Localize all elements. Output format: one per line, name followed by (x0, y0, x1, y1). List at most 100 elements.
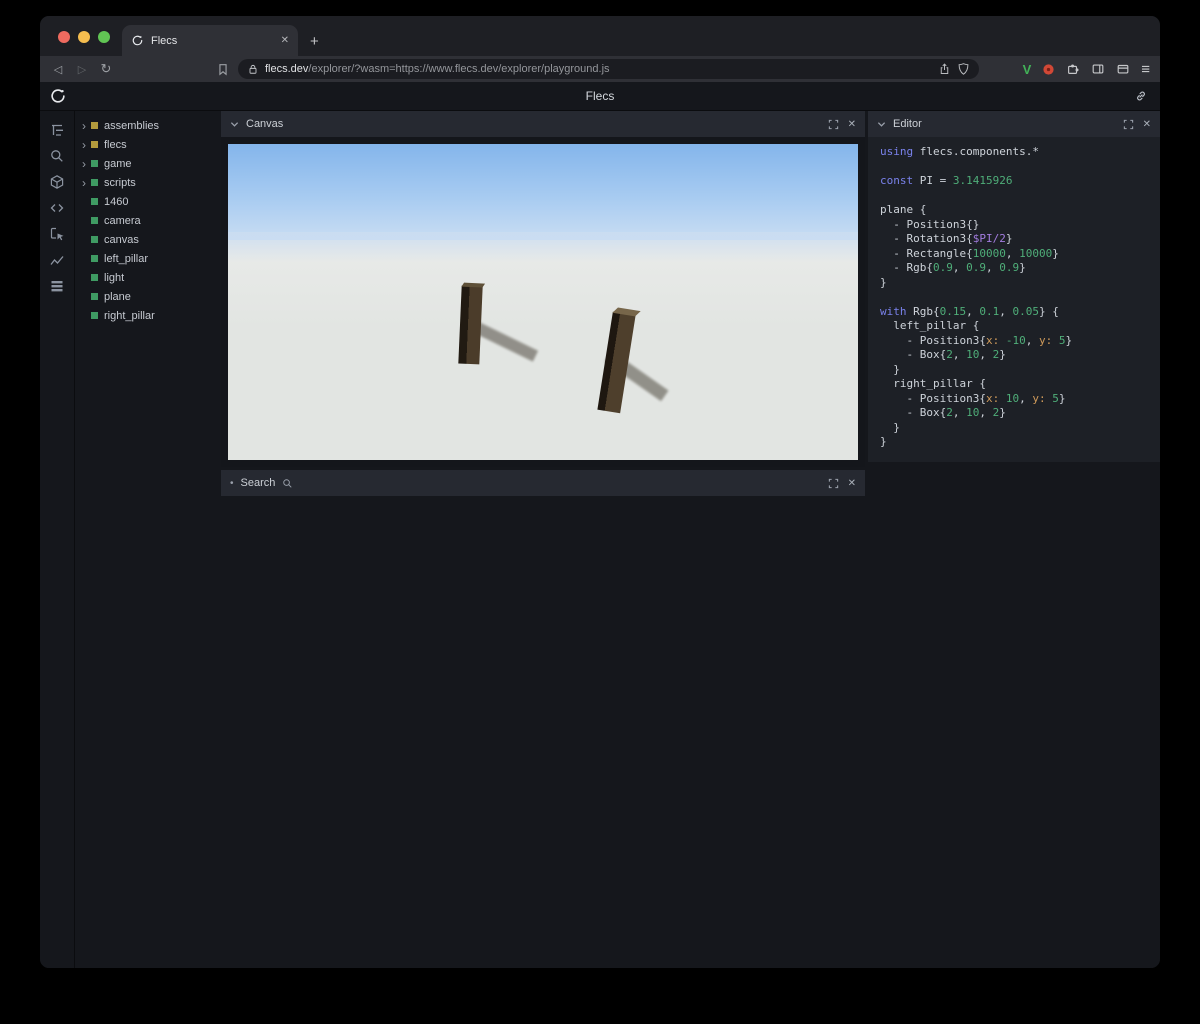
canvas-panel-title: Canvas (246, 118, 284, 130)
address-bar[interactable]: flecs.dev/explorer/?wasm=https://www.fle… (238, 59, 979, 79)
code-line: - Position3{} (880, 217, 980, 231)
code-icon[interactable] (49, 199, 66, 216)
code-line: - Box{2, 10, 2} (880, 406, 1006, 419)
code-line: right_pillar { (880, 377, 986, 390)
tree-item-flecs[interactable]: › flecs (75, 135, 221, 154)
share-link-icon[interactable] (1134, 89, 1148, 103)
code-editor[interactable]: using flecs.components.* const PI = 3.141… (868, 137, 1160, 462)
tree-item-assemblies[interactable]: › assemblies (75, 116, 221, 135)
editor-panel-title: Editor (893, 118, 922, 130)
window-controls (58, 31, 110, 43)
tree-item-scripts[interactable]: › scripts (75, 173, 221, 192)
expand-arrow-icon[interactable]: › (82, 120, 91, 132)
expand-arrow-icon[interactable]: › (82, 177, 91, 189)
search-panel: • Search ✕ (221, 470, 865, 496)
search-magnifier-icon (282, 478, 293, 489)
entity-label: camera (104, 214, 141, 227)
code-line: - Position3{x: 10, y: 5} (880, 391, 1066, 405)
expand-arrow-icon[interactable]: › (82, 139, 91, 151)
app-header: Flecs (40, 82, 1160, 111)
3d-canvas[interactable] (228, 144, 858, 460)
entities-cube-icon[interactable] (49, 173, 66, 190)
hierarchy-icon[interactable] (49, 121, 66, 138)
search-icon[interactable] (49, 147, 66, 164)
canvas-panel: Canvas ✕ (221, 111, 865, 467)
tab-strip: Flecs ✕ + (40, 16, 1160, 56)
entity-label: canvas (104, 233, 139, 246)
stats-chart-icon[interactable] (49, 251, 66, 268)
bookmark-icon[interactable] (216, 62, 230, 77)
new-tab-button[interactable]: + (310, 34, 319, 49)
entity-kind-swatch (91, 274, 98, 281)
entity-tree: › assemblies › flecs › game › scripts 1460 camera… (75, 111, 221, 968)
entity-label: light (104, 271, 125, 284)
lock-icon[interactable] (247, 63, 259, 76)
entity-kind-swatch (91, 217, 98, 224)
flecs-explorer-app: Flecs › assemblies › flecs › game › scri… (40, 82, 1160, 968)
share-icon[interactable] (938, 62, 951, 76)
zoom-window-button[interactable] (98, 31, 110, 43)
entity-kind-swatch (91, 141, 98, 148)
app-body: › assemblies › flecs › game › scripts 1460 camera… (40, 111, 1160, 968)
extension-red-dot-icon[interactable] (1042, 63, 1055, 76)
chevron-down-icon[interactable] (877, 121, 886, 128)
scene-horizon-haze (228, 232, 858, 262)
reload-button[interactable]: ↻ (98, 61, 114, 77)
tree-item-game[interactable]: › game (75, 154, 221, 173)
expand-panel-icon[interactable] (828, 478, 839, 489)
url-host: flecs.dev (265, 63, 309, 75)
extension-icons: V (1023, 62, 1131, 77)
editor-panel: Editor ✕ using flecs.components.* const P… (868, 111, 1160, 462)
tab-title: Flecs (151, 34, 178, 47)
chevron-down-icon[interactable] (230, 121, 239, 128)
wallet-card-icon[interactable] (1116, 62, 1130, 76)
entity-label: game (104, 157, 132, 170)
scene-ground-plane (228, 240, 858, 460)
tree-item-light[interactable]: light (75, 268, 221, 287)
back-button[interactable]: ◁ (50, 63, 66, 76)
browser-tab-flecs[interactable]: Flecs ✕ (122, 25, 298, 56)
code-line: - Rectangle{10000, 10000} (880, 246, 1059, 260)
close-panel-icon[interactable]: ✕ (848, 119, 856, 130)
tab-close-icon[interactable]: ✕ (281, 35, 289, 46)
search-panel-title: Search (240, 477, 276, 489)
page-title: Flecs (585, 89, 615, 103)
close-window-button[interactable] (58, 31, 70, 43)
close-panel-icon[interactable]: ✕ (1143, 119, 1151, 130)
code-line: - Rgb{0.9, 0.9, 0.9} (880, 261, 1026, 274)
code-line: const PI = 3.1415926 (880, 174, 1013, 187)
canvas-panel-body (221, 137, 865, 467)
entity-label: assemblies (104, 119, 160, 132)
expand-panel-icon[interactable] (828, 119, 839, 130)
code-line: plane { (880, 203, 927, 216)
tree-item-1460[interactable]: 1460 (75, 192, 221, 211)
forward-button[interactable]: ▷ (74, 63, 90, 76)
left-icon-strip (40, 111, 75, 968)
expand-arrow-icon[interactable]: › (82, 158, 91, 170)
tree-item-canvas[interactable]: canvas (75, 230, 221, 249)
entity-kind-swatch (91, 160, 98, 167)
panel-bullet-icon[interactable]: • (230, 478, 234, 489)
expand-panel-icon[interactable] (1123, 119, 1134, 130)
code-line: using flecs.components.* (880, 145, 1039, 158)
tree-item-plane[interactable]: plane (75, 287, 221, 306)
code-line: } (880, 435, 887, 448)
browser-menu-icon[interactable]: ≡ (1141, 61, 1150, 78)
rows-icon[interactable] (49, 277, 66, 294)
tree-item-left_pillar[interactable]: left_pillar (75, 249, 221, 268)
brave-shield-icon[interactable] (957, 62, 970, 76)
close-panel-icon[interactable]: ✕ (848, 478, 856, 489)
browser-window: Flecs ✕ + ◁ ▷ ↻ flecs.dev/explorer/?wasm… (40, 16, 1160, 968)
code-line: } (880, 275, 887, 289)
minimize-window-button[interactable] (78, 31, 90, 43)
tree-item-camera[interactable]: camera (75, 211, 221, 230)
right-column: Editor ✕ using flecs.components.* const P… (868, 111, 1160, 968)
extension-v-icon[interactable]: V (1023, 62, 1032, 77)
extensions-puzzle-icon[interactable] (1066, 62, 1080, 76)
entity-kind-swatch (91, 236, 98, 243)
tree-item-right_pillar[interactable]: right_pillar (75, 306, 221, 325)
sidebar-panel-icon[interactable] (1091, 62, 1105, 76)
inspect-cursor-icon[interactable] (49, 225, 66, 242)
code-line: } (880, 362, 900, 376)
